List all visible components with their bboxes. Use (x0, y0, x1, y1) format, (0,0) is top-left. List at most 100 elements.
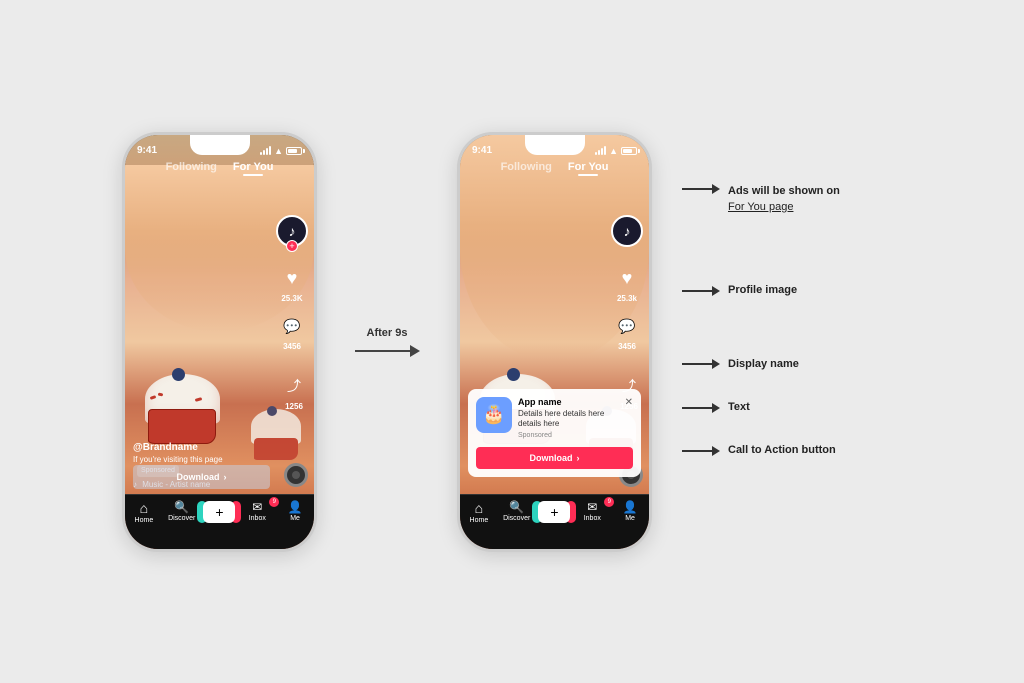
wifi-icon-2: ▲ (609, 146, 618, 156)
phone1-music-disk (284, 463, 308, 487)
phone2-comment-icon[interactable]: 💬 (613, 313, 641, 341)
phone2-add-btn[interactable]: + (538, 501, 570, 523)
phone1-right-actions: ♪ + ♥ 25.3K 💬 3456 (276, 215, 308, 351)
phone1-like-group: ♥ 25.3K (278, 265, 306, 303)
annotation-arrow-3 (682, 359, 720, 369)
phone1-notch (190, 135, 250, 155)
phone1-like-count: 25.3K (281, 294, 302, 303)
phone2-nav-inbox[interactable]: ✉ Inbox 9 (574, 501, 610, 522)
phone1-music-disc-area (284, 463, 308, 487)
phone1-nav-discover[interactable]: 🔍 Discover (164, 501, 200, 522)
home-icon-1: ⌂ (140, 501, 148, 515)
blueberry-2 (267, 406, 277, 416)
phone1-share-icon[interactable]: ⤴ (280, 372, 308, 400)
phone2-nav-home[interactable]: ⌂ Home (461, 501, 497, 524)
ann-shaft-4 (682, 407, 712, 409)
sig2-4 (604, 146, 606, 155)
tiktok-note-2: ♪ (624, 223, 631, 239)
sig2-2 (598, 150, 600, 155)
battery-fill-1 (288, 149, 297, 153)
tab-following-1[interactable]: Following (166, 161, 217, 173)
discover-icon-2: 🔍 (509, 501, 524, 513)
me-icon-1: 👤 (288, 501, 303, 513)
phone2-nav: ⌂ Home 🔍 Discover + ✉ Inbox (460, 494, 649, 549)
phone1-like-icon[interactable]: ♥ (278, 265, 306, 293)
phone2-like-icon[interactable]: ♥ (613, 265, 641, 293)
phone2-content: 9:41 ▲ (460, 135, 649, 549)
annotation-text-label: Text (682, 400, 902, 415)
phone1-nav-me[interactable]: 👤 Me (277, 501, 313, 522)
ad-download-btn[interactable]: Download › (476, 447, 633, 469)
annotation-text-3: Display name (728, 357, 799, 372)
inbox-icon-1: ✉ (252, 501, 262, 513)
ann-shaft-3 (682, 363, 712, 365)
tab-for-you-2[interactable]: For You (568, 161, 609, 173)
phone1: 9:41 ▲ (122, 132, 317, 552)
ann-head-5 (712, 446, 720, 456)
phone2-inbox-badge: 9 (604, 497, 614, 507)
ann-shaft-1 (682, 188, 712, 190)
tiktok-note-1: ♪ (289, 223, 296, 239)
annotation-display-name: Display name (682, 357, 902, 372)
battery-fill-2 (623, 149, 632, 153)
ad-sponsored: Sponsored (518, 432, 625, 439)
phone1-inbox-badge: 9 (269, 497, 279, 507)
phone1-share-count: 1256 (285, 402, 303, 411)
ad-content: 🎂 App name Details here details here det… (476, 397, 625, 439)
annotation-profile-image: Profile image (682, 283, 902, 298)
signal-bars-1 (260, 146, 271, 155)
ann-shaft-2 (682, 290, 712, 292)
arrow-label: After 9s (367, 327, 408, 339)
annotation-arrow-1 (682, 184, 720, 194)
ann-head-3 (712, 359, 720, 369)
phone2-nav-add[interactable]: + (536, 501, 572, 523)
tab-for-you-1[interactable]: For You (233, 161, 274, 173)
phone1-nav-add[interactable]: + (201, 501, 237, 523)
annotation-arrow-2 (682, 286, 720, 296)
tab-following-2[interactable]: Following (501, 161, 552, 173)
ad-close-btn[interactable]: ✕ (625, 397, 633, 408)
phone1-brand-name: @Brandname (133, 442, 269, 453)
phone1-add-btn[interactable]: + (203, 501, 235, 523)
annotation-arrow-5 (682, 446, 720, 456)
discover-icon-1: 🔍 (174, 501, 189, 513)
phone2-like-group: ♥ 25.3k (613, 265, 641, 303)
main-container: 9:41 ▲ (0, 0, 1024, 683)
phone2-profile-btn[interactable]: ♪ (611, 215, 643, 247)
inbox-icon-2: ✉ (587, 501, 597, 513)
phone2-comment-group: 💬 3456 (613, 313, 641, 351)
phone2-like-count: 25.3k (617, 294, 637, 303)
phone2-nav-discover[interactable]: 🔍 Discover (499, 501, 535, 522)
phone2-time: 9:41 (472, 145, 492, 156)
arrow-shaft (355, 350, 410, 352)
ann-head-2 (712, 286, 720, 296)
phone2-nav-me[interactable]: 👤 Me (612, 501, 648, 522)
phone2-ad-overlay: 🎂 App name Details here details here det… (468, 389, 641, 477)
phone1-download-btn[interactable]: Download › (133, 465, 270, 489)
phone2-comment-count: 3456 (618, 342, 636, 351)
phone1-comment-icon[interactable]: 💬 (278, 313, 306, 341)
sig2 (263, 150, 265, 155)
phone1-download-area: Download › (133, 465, 270, 489)
annotation-arrow-4 (682, 403, 720, 413)
annotation-text-1: Ads will be shown on For You page (728, 184, 840, 215)
phone2-notch (525, 135, 585, 155)
redbit-2 (158, 392, 163, 396)
phone1-nav: ⌂ Home 🔍 Discover + ✉ Inbox (125, 494, 314, 549)
battery-icon-1 (286, 147, 302, 155)
phone1-profile-section: ♪ + (276, 215, 308, 247)
signal-bars-2 (595, 146, 606, 155)
phone1-nav-inbox[interactable]: ✉ Inbox 9 (239, 501, 275, 522)
wifi-icon-1: ▲ (274, 146, 283, 156)
arrow-section: After 9s (347, 327, 427, 357)
ad-header: 🎂 App name Details here details here det… (476, 397, 633, 439)
annotation-text-4: Text (728, 400, 750, 415)
annotation-text-2: Profile image (728, 283, 797, 298)
ad-text-area: App name Details here details here detai… (518, 397, 625, 439)
sig2-3 (601, 148, 603, 155)
phone1-share-section: ⤴ 1256 (280, 372, 308, 411)
blueberry-3 (507, 368, 520, 381)
phone1-nav-home[interactable]: ⌂ Home (126, 501, 162, 524)
phone1-plus-badge: + (286, 240, 298, 252)
ann-head-1 (712, 184, 720, 194)
